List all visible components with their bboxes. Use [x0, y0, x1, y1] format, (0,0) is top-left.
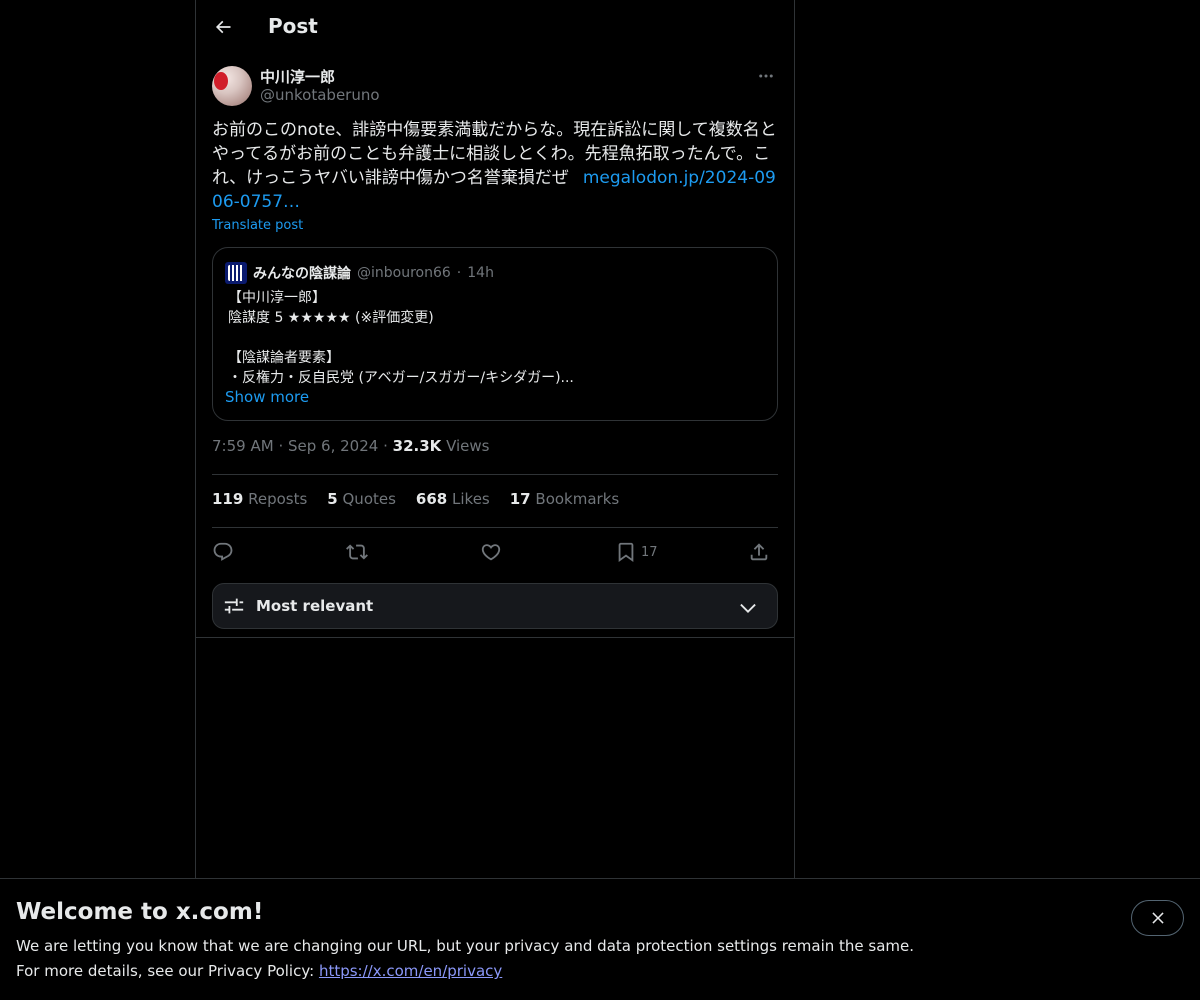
sort-label: Most relevant — [256, 597, 374, 615]
share-icon — [750, 543, 768, 561]
post-time[interactable]: 7:59 AM — [212, 437, 274, 455]
reposts-count: 119 — [212, 490, 244, 508]
avatar[interactable] — [212, 66, 252, 106]
banner-privacy-line: For more details, see our Privacy Policy… — [16, 962, 502, 980]
likes-count: 668 — [415, 490, 448, 508]
quote-time: 14h — [467, 265, 494, 281]
post-meta: 7:59 AM · Sep 6, 2024 · 32.3K Views — [212, 437, 489, 455]
like-icon — [481, 544, 501, 561]
bookmarks-count: 17 — [509, 490, 531, 508]
reply-button[interactable] — [212, 537, 234, 567]
likes-stat[interactable]: 668 Likes — [416, 490, 490, 508]
divider — [212, 527, 778, 528]
quotes-stat[interactable]: 5 Quotes — [327, 490, 396, 508]
quote-line: 【中川淳一郎】 — [228, 290, 326, 306]
repost-button[interactable] — [346, 537, 368, 567]
bookmarks-label: Bookmarks — [535, 490, 620, 508]
more-button[interactable] — [754, 64, 778, 88]
author-handle[interactable]: @unkotaberuno — [260, 86, 380, 104]
reply-sort-dropdown[interactable]: Most relevant — [212, 583, 778, 629]
post-author: 中川淳一郎 @unkotaberuno — [212, 64, 778, 108]
banner-privacy-prefix: For more details, see our Privacy Policy… — [16, 962, 319, 980]
quote-line: ・反権力・反自民党 (アベガー/スガガー/キシダガー)... — [228, 370, 574, 386]
post-detail: Post 中川淳一郎 @unkotaberuno お前のこのnote、誹謗中傷要… — [196, 0, 794, 638]
post-text: お前のこのnote、誹謗中傷要素満載だからな。現在訴訟に関して複数名とやってるが… — [212, 118, 778, 214]
reposts-stat[interactable]: 119 Reposts — [212, 490, 307, 508]
chevron-down-icon — [740, 603, 756, 613]
back-arrow-icon — [215, 20, 231, 34]
share-button[interactable] — [748, 537, 770, 567]
bookmark-count: 17 — [641, 544, 658, 560]
show-more-link[interactable]: Show more — [225, 388, 309, 406]
views-count: 32.3K — [392, 437, 442, 455]
reposts-label: Reposts — [248, 490, 308, 508]
quoted-post[interactable]: みんなの陰謀論 @inbouron66 · 14h 【中川淳一郎】 陰謀度 5 … — [212, 247, 778, 421]
welcome-banner: Welcome to x.com! We are letting you kno… — [0, 878, 1200, 1000]
divider — [212, 474, 778, 475]
separator-dot: · — [456, 265, 462, 281]
views-label: Views — [446, 437, 490, 455]
quote-author-handle: @inbouron66 — [357, 265, 451, 281]
main-column: Post 中川淳一郎 @unkotaberuno お前のこのnote、誹謗中傷要… — [195, 0, 795, 878]
sort-sliders-icon — [224, 598, 244, 614]
translate-post-link[interactable]: Translate post — [212, 218, 303, 233]
quotes-count: 5 — [327, 490, 338, 508]
likes-label: Likes — [452, 490, 490, 508]
author-name[interactable]: 中川淳一郎 — [260, 66, 335, 87]
post-stats: 119 Reposts 5 Quotes 668 Likes 17 Bookma… — [212, 490, 619, 508]
quote-header: みんなの陰謀論 @inbouron66 · 14h — [225, 262, 494, 284]
top-bar: Post — [196, 0, 794, 54]
separator-dot: · — [383, 437, 388, 455]
quote-avatar — [225, 262, 247, 284]
banner-title: Welcome to x.com! — [16, 899, 264, 925]
separator-dot: · — [278, 437, 284, 455]
quote-line — [228, 328, 764, 348]
more-icon — [759, 74, 773, 78]
banner-message: We are letting you know that we are chan… — [16, 937, 915, 955]
back-button[interactable] — [208, 10, 238, 44]
bookmarks-stat[interactable]: 17 Bookmarks — [510, 490, 619, 508]
close-banner-button[interactable] — [1131, 900, 1184, 936]
bookmark-icon — [618, 542, 634, 563]
post-date[interactable]: Sep 6, 2024 — [288, 437, 378, 455]
bookmark-button[interactable]: 17 — [615, 537, 658, 567]
reply-icon — [213, 542, 233, 561]
like-button[interactable] — [480, 537, 502, 567]
repost-icon — [346, 544, 368, 560]
quote-body: 【中川淳一郎】 陰謀度 5 ★★★★★ (※評価変更) 【陰謀論者要素】 ・反権… — [228, 288, 764, 388]
quote-line: 【陰謀論者要素】 — [228, 350, 340, 366]
quote-line: 陰謀度 5 ★★★★★ (※評価変更) — [228, 310, 434, 326]
quote-author-name: みんなの陰謀論 — [253, 266, 351, 282]
quotes-label: Quotes — [342, 490, 396, 508]
page-title: Post — [268, 14, 318, 38]
privacy-policy-link[interactable]: https://x.com/en/privacy — [319, 962, 502, 980]
action-bar: 17 — [212, 537, 778, 567]
close-icon — [1151, 912, 1164, 924]
